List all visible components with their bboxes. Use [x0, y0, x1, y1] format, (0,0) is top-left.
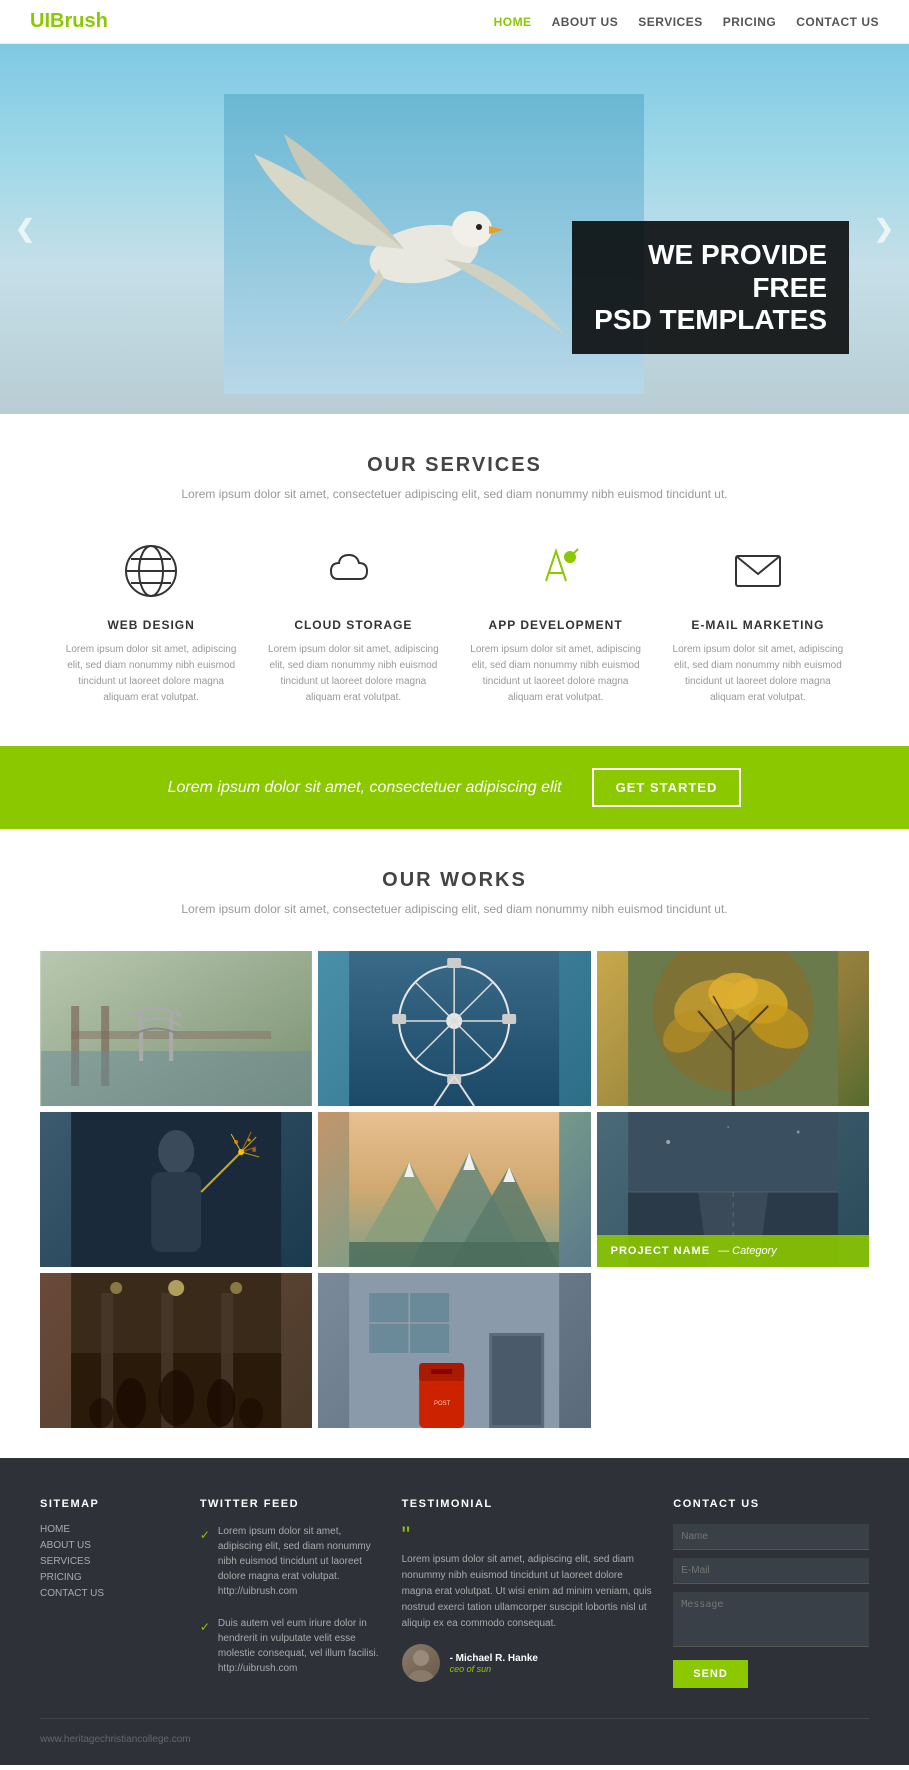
contact-name-input[interactable] — [673, 1524, 869, 1550]
footer-link-home[interactable]: HOME — [40, 1524, 180, 1535]
cloud-icon — [318, 536, 388, 606]
footer-grid: SITEMAP HOME ABOUT US SERVICES PRICING C… — [40, 1498, 869, 1693]
work-item-8[interactable]: POST — [318, 1273, 590, 1428]
author-avatar — [402, 1644, 440, 1682]
header: UIBrush HOME ABOUT US SERVICES PRICING C… — [0, 0, 909, 44]
twitter-bullet-2: ✓ — [200, 1618, 210, 1681]
work-overlay: PROJECT NAME — Category — [597, 1235, 869, 1267]
footer-sitemap-title: SITEMAP — [40, 1498, 180, 1510]
footer-testimonial-title: TESTIMONIAL — [402, 1498, 654, 1510]
nav-services[interactable]: SERVICES — [638, 15, 702, 29]
copyright-text: www.heritagechristiancollege.com — [40, 1734, 191, 1745]
twitter-item-2: ✓ Duis autem vel eum iriure dolor in hen… — [200, 1616, 382, 1681]
hero-section: ❮ ❯ WE PROVIDE FREE PSD TEMPLATES — [0, 44, 909, 414]
logo-accent: UI — [30, 10, 50, 32]
work-project-name: PROJECT NAME — [611, 1245, 710, 1257]
services-grid: WEB DESIGN Lorem ipsum dolor sit amet, a… — [60, 536, 849, 706]
author-name: - Michael R. Hanke — [450, 1653, 538, 1664]
work-item-4[interactable] — [40, 1112, 312, 1267]
main-nav: HOME ABOUT US SERVICES PRICING CONTACT U… — [494, 15, 879, 29]
service-app-title: APP DEVELOPMENT — [465, 618, 647, 632]
twitter-link-1[interactable]: http://uibrush.com — [218, 1584, 382, 1599]
cta-text: Lorem ipsum dolor sit amet, consectetuer… — [168, 779, 562, 797]
works-title: OUR WORKS — [40, 869, 869, 892]
services-subtitle: Lorem ipsum dolor sit amet, consectetuer… — [60, 487, 849, 501]
service-email-desc: Lorem ipsum dolor sit amet, adipiscing e… — [667, 642, 849, 706]
footer-bottom: www.heritagechristiancollege.com — [40, 1718, 869, 1745]
work-item-3[interactable] — [597, 951, 869, 1106]
twitter-bullet-1: ✓ — [200, 1526, 210, 1604]
work-category: — Category — [718, 1245, 777, 1257]
footer-contact-title: CONTACT US — [673, 1498, 869, 1510]
app-icon — [521, 536, 591, 606]
work-item-6[interactable]: PROJECT NAME — Category — [597, 1112, 869, 1267]
services-section: OUR SERVICES Lorem ipsum dolor sit amet,… — [0, 414, 909, 746]
nav-home[interactable]: HOME — [494, 15, 532, 29]
hero-prev-arrow[interactable]: ❮ — [15, 215, 35, 244]
nav-about[interactable]: ABOUT US — [552, 15, 619, 29]
service-app: APP DEVELOPMENT Lorem ipsum dolor sit am… — [465, 536, 647, 706]
work-item-2[interactable] — [318, 951, 590, 1106]
work-item-5[interactable] — [318, 1112, 590, 1267]
work-item-7[interactable] — [40, 1273, 312, 1428]
footer: SITEMAP HOME ABOUT US SERVICES PRICING C… — [0, 1458, 909, 1765]
contact-form: SEND — [673, 1524, 869, 1688]
footer-sitemap: SITEMAP HOME ABOUT US SERVICES PRICING C… — [40, 1498, 180, 1693]
hero-headline: WE PROVIDE FREE PSD TEMPLATES — [594, 239, 827, 336]
globe-icon — [116, 536, 186, 606]
twitter-text-1: Lorem ipsum dolor sit amet, adipiscing e… — [218, 1526, 371, 1582]
service-cloud-desc: Lorem ipsum dolor sit amet, adipiscing e… — [262, 642, 444, 706]
footer-link-about[interactable]: ABOUT US — [40, 1540, 180, 1551]
service-email-title: E-MAIL MARKETING — [667, 618, 849, 632]
nav-contact[interactable]: CONTACT US — [796, 15, 879, 29]
footer-link-pricing[interactable]: PRICING — [40, 1572, 180, 1583]
twitter-item-1: ✓ Lorem ipsum dolor sit amet, adipiscing… — [200, 1524, 382, 1604]
footer-testimonial: TESTIMONIAL " Lorem ipsum dolor sit amet… — [402, 1498, 654, 1693]
cta-banner: Lorem ipsum dolor sit amet, consectetuer… — [0, 746, 909, 829]
works-grid: PROJECT NAME — Category — [40, 951, 869, 1428]
testimonial-text: Lorem ipsum dolor sit amet, adipiscing e… — [402, 1552, 654, 1632]
service-web-design: WEB DESIGN Lorem ipsum dolor sit amet, a… — [60, 536, 242, 706]
footer-link-contact[interactable]: CONTACT US — [40, 1588, 180, 1599]
service-cloud: CLOUD STORAGE Lorem ipsum dolor sit amet… — [262, 536, 444, 706]
twitter-link-2[interactable]: http://uibrush.com — [218, 1661, 382, 1676]
twitter-text-2: Duis autem vel eum iriure dolor in hendr… — [218, 1618, 379, 1659]
footer-contact-col: CONTACT US SEND — [673, 1498, 869, 1693]
service-web-design-title: WEB DESIGN — [60, 618, 242, 632]
cta-button[interactable]: GET STARTED — [592, 768, 742, 807]
author-role: ceo of sun — [450, 1664, 538, 1674]
logo-text: Brush — [50, 10, 108, 32]
contact-email-input[interactable] — [673, 1558, 869, 1584]
email-icon — [723, 536, 793, 606]
footer-link-services[interactable]: SERVICES — [40, 1556, 180, 1567]
service-app-desc: Lorem ipsum dolor sit amet, adipiscing e… — [465, 642, 647, 706]
quote-icon: " — [402, 1524, 654, 1548]
service-email: E-MAIL MARKETING Lorem ipsum dolor sit a… — [667, 536, 849, 706]
footer-twitter: TWITTER FEED ✓ Lorem ipsum dolor sit ame… — [200, 1498, 382, 1693]
nav-pricing[interactable]: PRICING — [723, 15, 777, 29]
hero-next-arrow[interactable]: ❯ — [874, 215, 894, 244]
svg-text:POST: POST — [434, 1401, 451, 1407]
work-item-1[interactable] — [40, 951, 312, 1106]
services-title: OUR SERVICES — [60, 454, 849, 477]
testimonial-author: - Michael R. Hanke ceo of sun — [402, 1644, 654, 1682]
hero-text-box: WE PROVIDE FREE PSD TEMPLATES — [572, 221, 849, 354]
service-cloud-title: CLOUD STORAGE — [262, 618, 444, 632]
works-section: OUR WORKS Lorem ipsum dolor sit amet, co… — [0, 829, 909, 1458]
contact-send-button[interactable]: SEND — [673, 1660, 748, 1688]
contact-message-input[interactable] — [673, 1592, 869, 1647]
works-subtitle: Lorem ipsum dolor sit amet, consectetuer… — [40, 902, 869, 916]
logo: UIBrush — [30, 10, 108, 33]
footer-twitter-title: TWITTER FEED — [200, 1498, 382, 1510]
service-web-design-desc: Lorem ipsum dolor sit amet, adipiscing e… — [60, 642, 242, 706]
